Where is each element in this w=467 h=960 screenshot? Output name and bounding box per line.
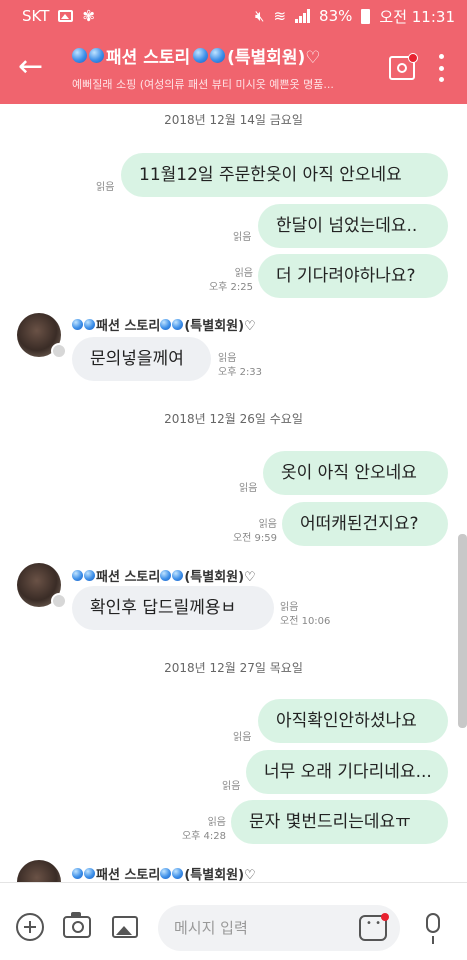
sender-name: 패션 스토리 (특별회원)♡ [72,315,256,334]
blue-dot-icon [172,570,184,581]
blue-dot-icon [84,868,95,879]
carrier-label: SKT [22,7,50,25]
date-divider: 2018년 12월 27일 목요일 [164,661,303,675]
blue-dot-icon [72,868,83,879]
flower-notification-icon: ✾ [82,7,95,25]
mic-icon[interactable] [426,913,440,944]
blue-dot-icon [193,48,209,63]
mute-icon: 🔇︎ [255,7,265,25]
battery-icon [361,8,371,24]
blue-dot-icon [160,868,172,879]
sender-name-text: 패션 스토리 [96,319,161,334]
my-message[interactable]: 더 기다려야하나요? [258,254,448,298]
blue-dot-icon [72,319,83,330]
wifi-icon: ≋ [273,7,287,25]
chat-subtitle: 예뻐질래 소핑 (여성의류 패션 뷰티 미시옷 예쁜옷 명품... [72,78,334,91]
battery-percent: 83% [319,7,353,25]
crown-badge-icon [51,343,67,359]
camera-icon[interactable] [63,912,91,938]
message-time: 오후 2:25 [208,282,253,293]
read-receipt: 읽음 [222,781,241,792]
clock: 오전 11:31 [379,7,455,26]
my-message[interactable]: 11월12일 주문한옷이 아직 안오네요 [121,153,448,197]
read-receipt: 읽음 [207,817,226,828]
date-divider: 2018년 12월 26일 수요일 [164,412,303,426]
sender-avatar[interactable] [17,313,67,359]
blue-dot-icon [72,48,87,63]
plus-icon[interactable] [16,913,44,941]
blue-dot-icon [172,319,184,330]
read-receipt: 읽음 [233,732,252,743]
read-receipt: 읽음 [233,232,252,243]
my-message[interactable]: 옷이 아직 안오네요 [263,451,448,495]
chat-title[interactable]: 패션 스토리 (특별회원)♡ [72,43,320,68]
message-time: 오전 10:06 [280,616,331,627]
gallery-notification-icon [58,10,74,22]
blue-dot-icon [72,570,83,581]
sender-name: 패션 스토리 (특별회원)♡ [72,566,256,585]
blue-dot-icon [160,319,172,330]
blue-dot-icon [210,48,226,63]
sender-avatar[interactable] [17,563,67,609]
chat-tv-icon[interactable] [389,53,418,80]
my-message[interactable]: 어떠캐된건지요? [282,502,448,546]
blue-dot-icon [172,868,184,879]
crown-badge-icon [51,593,67,609]
image-icon[interactable] [112,916,138,938]
my-message[interactable]: 한달이 넘었는데요.. [258,204,448,248]
sender-name-suffix: (특별회원)♡ [184,868,256,882]
read-receipt: 읽음 [239,483,258,494]
blue-dot-icon [89,48,104,63]
chat-title-suffix: (특별회원)♡ [227,48,321,68]
signal-icon [295,9,311,23]
read-receipt: 읽음 [280,602,299,613]
sender-name: 패션 스토리 (특별회원)♡ [72,864,256,882]
my-message[interactable]: 너무 오래 기다리네요... [246,750,448,794]
my-message[interactable]: 문자 몇번드리는데요ㅠ [231,800,448,844]
blue-dot-icon [84,570,95,581]
read-receipt: 읽음 [218,353,237,364]
more-vert-icon[interactable] [436,54,446,82]
emoticon-icon[interactable] [359,913,389,941]
input-bar [0,882,467,960]
message-time: 오후 4:28 [181,831,226,842]
their-message[interactable]: 문의넣을께여 [72,337,211,381]
status-bar: SKT ✾ 🔇︎ ≋ 83% 오전 11:31 [0,0,467,32]
date-divider: 2018년 12월 14일 금요일 [164,113,303,127]
chat-area[interactable]: 2018년 12월 14일 금요일 읽음 11월12일 주문한옷이 아직 안오네… [0,104,467,882]
sender-name-suffix: (특별회원)♡ [184,570,256,585]
read-receipt: 읽음 [258,519,277,530]
sender-name-text: 패션 스토리 [96,868,161,882]
message-time: 오전 9:59 [232,533,277,544]
sender-name-suffix: (특별회원)♡ [184,319,256,334]
my-message[interactable]: 아직확인안하셨나요 [258,699,448,743]
blue-dot-icon [160,570,172,581]
sender-name-text: 패션 스토리 [96,570,161,585]
scrollbar-thumb[interactable] [458,534,467,728]
message-time: 오후 2:33 [218,367,263,378]
sender-avatar[interactable] [17,860,61,882]
back-arrow-icon[interactable]: ← [18,50,48,86]
chat-title-name: 패션 스토리 [106,48,191,68]
read-receipt: 읽음 [234,268,253,279]
chat-header: ← 패션 스토리 (특별회원)♡ 예뻐질래 소핑 (여성의류 패션 뷰티 미시옷… [0,32,467,104]
blue-dot-icon [84,319,95,330]
their-message[interactable]: 확인후 답드릴께용ㅂ [72,586,274,630]
read-receipt: 읽음 [96,182,115,193]
